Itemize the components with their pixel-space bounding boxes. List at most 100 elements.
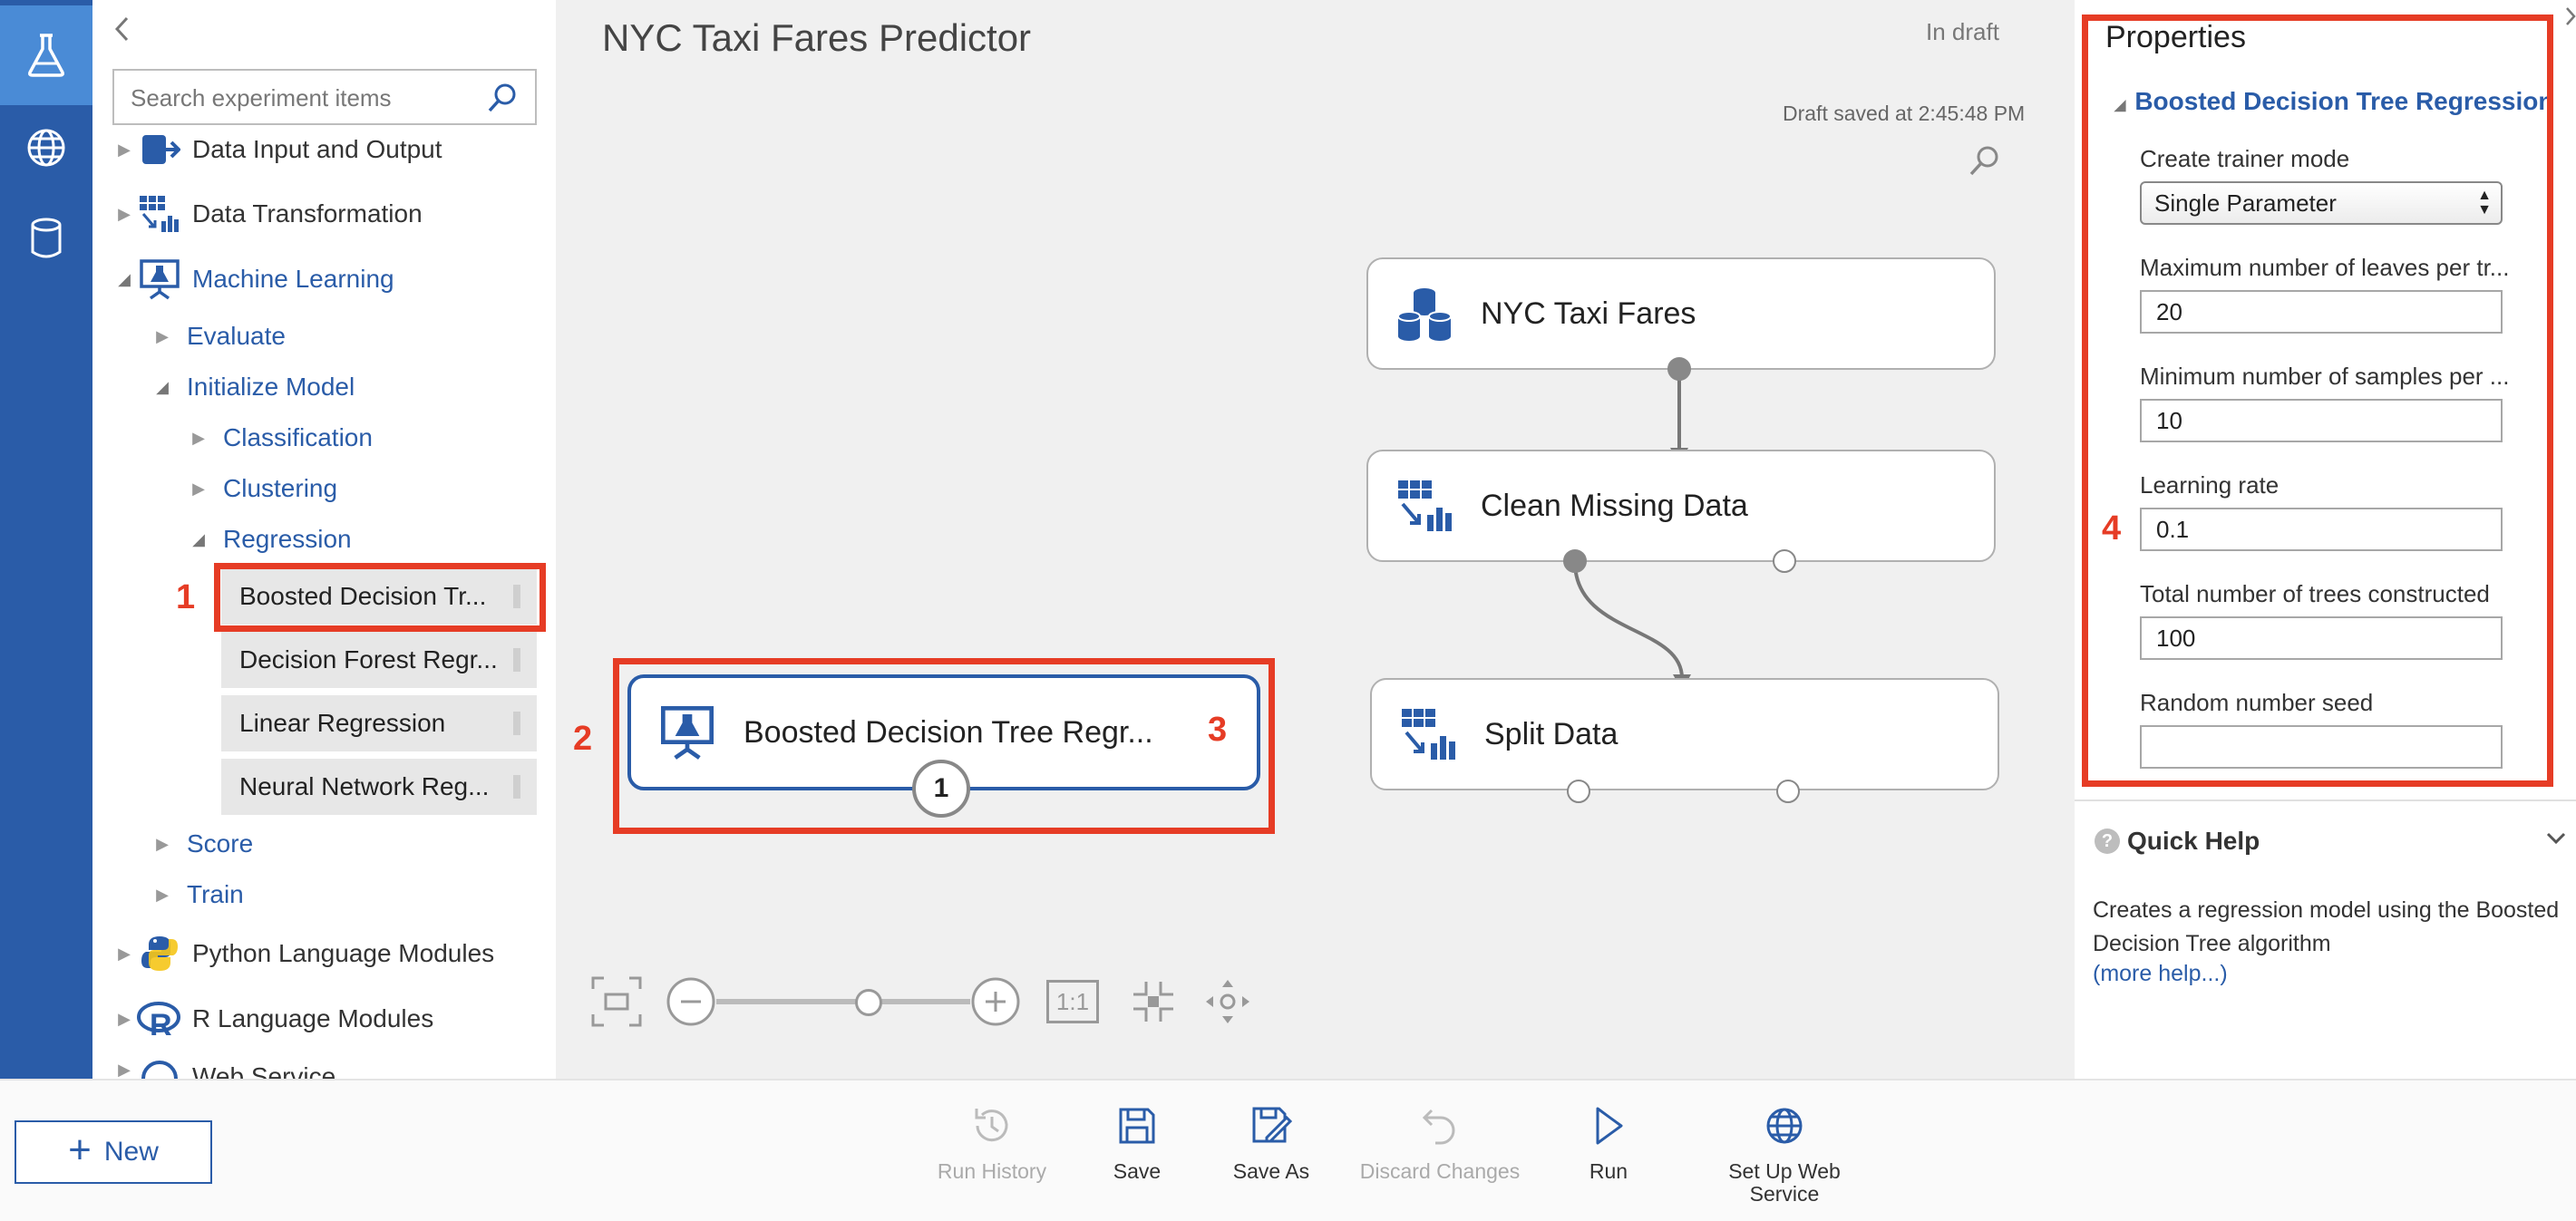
expand-arrow-icon: ▶ [118, 944, 131, 963]
datasets-tab[interactable] [0, 189, 92, 288]
node-split-data[interactable]: Split Data [1370, 678, 1999, 790]
save-label: Save [1113, 1159, 1162, 1183]
divider [2075, 799, 2576, 801]
svg-text:R: R [150, 1008, 172, 1039]
expand-arrow-icon: ▶ [156, 834, 169, 853]
category-classification[interactable]: ▶ Classification [187, 415, 373, 460]
category-initialize-model[interactable]: ◢ Initialize Model [151, 364, 355, 410]
output-port[interactable] [1667, 357, 1691, 381]
globe-icon [27, 129, 65, 167]
category-label: R Language Modules [192, 1004, 434, 1032]
run-label: Run [1589, 1159, 1628, 1183]
category-web-service[interactable]: ▶ Web Service [112, 1061, 335, 1079]
category-python-modules[interactable]: ▶ Python Language Modules [112, 931, 494, 976]
quick-help-toggle[interactable] [2544, 827, 2568, 855]
category-label: Regression [223, 525, 352, 553]
category-data-input-output[interactable]: ▶ Data Input and Output [112, 127, 442, 172]
r-language-icon: R [136, 996, 183, 1042]
experiments-tab[interactable] [0, 5, 92, 105]
highlight-box-2 [613, 658, 1275, 834]
discard-changes-button[interactable]: Discard Changes [1349, 1100, 1531, 1183]
search-input[interactable] [131, 82, 475, 114]
category-clustering[interactable]: ▶ Clustering [187, 466, 337, 511]
flask-icon [28, 34, 64, 77]
zoom-slider[interactable] [716, 999, 970, 1004]
category-label: Score [187, 829, 254, 858]
module-decision-forest[interactable]: Decision Forest Regr... [221, 632, 537, 688]
new-button-label: New [103, 1137, 159, 1167]
category-label: Evaluate [187, 322, 286, 350]
drag-grip-icon [513, 712, 520, 735]
highlight-box-1 [214, 563, 546, 632]
zoom-in-button[interactable] [970, 976, 1021, 1032]
category-score[interactable]: ▶ Score [151, 821, 253, 867]
expand-arrow-icon: ▶ [192, 428, 205, 447]
expand-arrow-icon: ▶ [192, 479, 205, 498]
left-rail [0, 0, 92, 1079]
history-icon [969, 1100, 1015, 1151]
quick-help-text: Creates a regression model using the Boo… [2093, 897, 2560, 956]
save-as-label: Save As [1232, 1159, 1310, 1183]
machine-learning-icon [136, 257, 183, 302]
category-data-transformation[interactable]: ▶ Data Transformation [112, 191, 423, 237]
collapse-arrow-icon: ◢ [156, 377, 169, 396]
node-label: Clean Missing Data [1481, 488, 1748, 523]
output-port[interactable] [1773, 549, 1796, 573]
category-train[interactable]: ▶ Train [151, 872, 244, 917]
globe-icon [1764, 1100, 1805, 1151]
save-icon [1117, 1100, 1157, 1151]
module-neural-network[interactable]: Neural Network Reg... [221, 759, 537, 815]
fit-screen-icon [591, 976, 642, 1027]
module-label: Decision Forest Regr... [239, 645, 498, 673]
collapse-arrow-icon: ◢ [118, 269, 131, 288]
output-port[interactable] [1563, 549, 1587, 573]
collapse-palette-button[interactable] [109, 13, 136, 45]
module-label: Neural Network Reg... [239, 772, 490, 800]
chevron-right-icon [2566, 7, 2576, 25]
zoom-slider-thumb[interactable] [855, 989, 882, 1016]
annotation-marker-3: 3 [1208, 711, 1228, 749]
undo-icon [1419, 1100, 1461, 1151]
node-nyc-taxi-fares[interactable]: NYC Taxi Fares [1366, 257, 1996, 370]
expand-arrow-icon: ▶ [118, 1061, 131, 1079]
output-port[interactable] [1776, 780, 1800, 803]
actual-size-button[interactable]: 1:1 [1046, 980, 1099, 1023]
collapse-properties-button[interactable] [2564, 5, 2576, 32]
category-label: Data Input and Output [192, 135, 442, 163]
node-clean-missing-data[interactable]: Clean Missing Data [1366, 450, 1996, 562]
category-r-modules[interactable]: ▶ R R Language Modules [112, 996, 433, 1042]
new-button[interactable]: + New [15, 1120, 212, 1184]
module-label: Linear Regression [239, 709, 446, 737]
category-label: Web Service [192, 1062, 336, 1079]
category-machine-learning[interactable]: ◢ Machine Learning [112, 257, 394, 302]
chevron-left-icon [114, 16, 129, 42]
category-regression[interactable]: ◢ Regression [187, 517, 352, 562]
annotation-marker-2: 2 [573, 720, 593, 758]
web-services-tab[interactable] [0, 98, 92, 198]
category-label: Initialize Model [187, 373, 355, 401]
zoom-to-selection-button[interactable] [1128, 976, 1179, 1032]
category-evaluate[interactable]: ▶ Evaluate [151, 314, 286, 359]
setup-web-service-button[interactable]: Set Up Web Service [1694, 1100, 1875, 1206]
zoom-out-button[interactable] [666, 976, 716, 1032]
chevron-down-icon [2546, 832, 2566, 845]
category-label: Clustering [223, 474, 338, 502]
data-transformation-icon [1388, 470, 1461, 542]
save-as-button[interactable]: Save As [1181, 1100, 1362, 1183]
pan-icon [1206, 980, 1249, 1023]
data-transformation-icon [136, 191, 183, 237]
category-label: Python Language Modules [192, 939, 495, 967]
output-port[interactable] [1567, 780, 1590, 803]
more-help-link[interactable]: (more help...) [2093, 961, 2228, 987]
run-button[interactable]: Run [1518, 1100, 1699, 1183]
web-service-icon [136, 1061, 183, 1079]
quick-help-title[interactable]: Quick Help [2127, 827, 2260, 856]
pan-button[interactable] [1202, 976, 1253, 1032]
run-history-label: Run History [937, 1159, 1047, 1183]
module-linear-regression[interactable]: Linear Regression [221, 695, 537, 751]
python-icon [136, 931, 183, 976]
save-as-icon [1250, 1100, 1292, 1151]
search-icon[interactable] [486, 82, 519, 119]
database-icon [31, 218, 62, 258]
fit-to-screen-button[interactable] [589, 974, 644, 1033]
